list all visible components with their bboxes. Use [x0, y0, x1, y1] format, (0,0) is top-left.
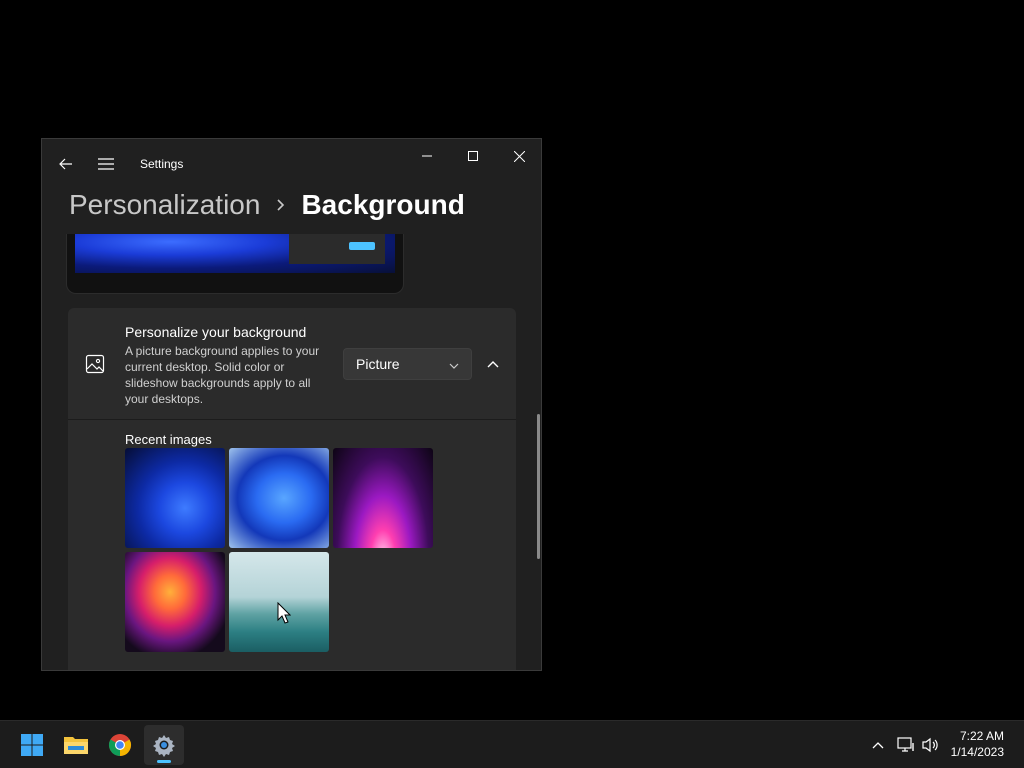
show-hidden-icons-button[interactable]: [866, 733, 890, 757]
file-explorer-button[interactable]: [56, 725, 96, 765]
chrome-icon: [109, 734, 131, 756]
breadcrumb: Personalization Background: [69, 185, 465, 225]
title-bar: Settings: [42, 139, 541, 187]
chevron-down-icon: [449, 358, 459, 374]
system-clock[interactable]: 7:22 AM 1/14/2023: [951, 728, 1004, 760]
card-title: Personalize your background: [125, 324, 307, 340]
folder-icon: [64, 737, 88, 754]
clock-date: 1/14/2023: [950, 745, 1004, 759]
back-button[interactable]: [52, 151, 80, 177]
volume-icon[interactable]: [918, 733, 942, 757]
desktop-preview: [66, 234, 404, 294]
windows-logo-icon: [21, 734, 43, 756]
recent-images-label: Recent images: [125, 432, 212, 447]
start-button[interactable]: [12, 725, 52, 765]
mouse-cursor-icon: [277, 602, 291, 624]
chevron-right-icon: [276, 198, 285, 212]
back-arrow-icon: [59, 158, 72, 170]
settings-taskbar-button[interactable]: [144, 725, 184, 765]
recent-images-section: Recent images: [68, 420, 516, 670]
chevron-up-icon: [487, 361, 499, 368]
close-button[interactable]: [496, 143, 541, 169]
recent-image-thumbnail[interactable]: [229, 448, 329, 548]
network-icon[interactable]: [894, 733, 918, 757]
close-icon: [513, 150, 525, 162]
active-app-indicator: [157, 760, 171, 763]
page-title: Background: [301, 189, 465, 220]
settings-content: Personalize your background A picture ba…: [42, 234, 541, 671]
hamburger-icon: [98, 158, 114, 170]
maximize-button[interactable]: [450, 143, 496, 169]
recent-image-thumbnail[interactable]: [125, 552, 225, 652]
chevron-up-icon: [872, 742, 884, 749]
chrome-button[interactable]: [100, 725, 140, 765]
next-setting-card: [68, 670, 516, 671]
collapse-section-button[interactable]: [480, 348, 506, 380]
scrollbar-thumb[interactable]: [537, 414, 540, 559]
background-type-dropdown[interactable]: Picture: [343, 348, 472, 380]
preview-accent-bar: [349, 242, 375, 250]
recent-image-thumbnail[interactable]: [333, 448, 433, 548]
recent-image-thumbnail[interactable]: [125, 448, 225, 548]
dropdown-value: Picture: [356, 356, 400, 372]
clock-time: 7:22 AM: [959, 729, 1004, 743]
minimize-icon: [422, 155, 432, 157]
app-title: Settings: [140, 157, 184, 171]
picture-icon: [85, 354, 105, 374]
breadcrumb-parent-link[interactable]: Personalization: [69, 189, 260, 221]
nav-menu-button[interactable]: [92, 151, 120, 177]
taskbar: 7:22 AM 1/14/2023: [0, 720, 1024, 768]
settings-gear-icon: [153, 735, 175, 757]
maximize-icon: [468, 151, 478, 161]
personalize-background-card: Personalize your background A picture ba…: [68, 308, 516, 420]
card-description: A picture background applies to your cur…: [125, 344, 320, 406]
settings-window: Settings Personalization Background Pers…: [41, 138, 542, 671]
minimize-button[interactable]: [404, 143, 450, 169]
